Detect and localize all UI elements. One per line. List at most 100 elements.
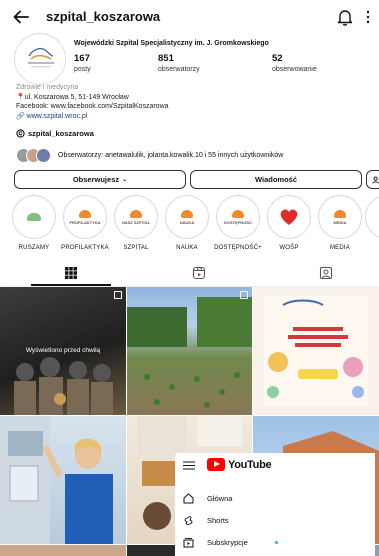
heart-icon <box>232 209 244 218</box>
posts-label: posty <box>74 66 91 73</box>
followed-by[interactable]: Obserwatorzy: anetawalulik, jolanta.kowa… <box>16 146 283 164</box>
story-highlights: RUSZAMY PROFILAKTYKA PROFILAKTYKA NASZ S… <box>0 195 379 257</box>
followed-by-text: Obserwatorzy: anetawalulik, jolanta.kowa… <box>58 151 284 159</box>
highlight-badge: NAUKA <box>179 219 195 225</box>
shorts-icon <box>184 516 193 525</box>
highlight-cover: NASZ SZPITAL <box>118 199 154 235</box>
youtube-overlay: YouTube Główna Shorts Subskrypcje <box>175 453 375 556</box>
suggest-people-button[interactable] <box>366 170 379 189</box>
post-thumbnail[interactable] <box>0 416 126 544</box>
highlight-cover: MEDIA <box>322 199 358 235</box>
youtube-logo[interactable]: YouTube <box>207 458 272 471</box>
grid-icon[interactable] <box>64 266 78 280</box>
followers-count[interactable]: 851 obserwatorzy <box>158 53 200 73</box>
garden-image <box>127 297 252 408</box>
profile-username: szpital_koszarowa <box>46 9 161 24</box>
threads-icon <box>16 129 25 138</box>
posts-value: 167 <box>74 53 90 64</box>
hospital-logo-icon <box>16 35 65 84</box>
highlight-ring <box>12 195 56 239</box>
avatar <box>36 147 51 163</box>
new-content-dot <box>275 541 278 544</box>
website-text: www.szpital.wroc.pl <box>26 112 88 120</box>
highlight-label: WOŚP <box>279 245 299 251</box>
message-button[interactable]: Wiadomość <box>190 170 362 189</box>
highlight-dostepnosc[interactable]: DOSTĘPNOŚĆ DOSTĘPNOŚĆ+ <box>212 195 264 251</box>
highlight-ring: DOSTĘPNOŚĆ <box>216 195 260 239</box>
message-button-label: Wiadomość <box>254 175 298 184</box>
hamburger-menu-icon[interactable] <box>183 461 195 470</box>
highlight-ring: NASZ SZPITAL <box>114 195 158 239</box>
highlight-ring: PROFILAKTYKA <box>63 195 107 239</box>
posts-count[interactable]: 167 posty <box>74 53 91 73</box>
following-button[interactable]: Obserwujesz ⌄ <box>14 170 186 189</box>
subscriptions-icon <box>183 538 194 548</box>
following-button-label: Obserwujesz <box>72 175 120 184</box>
highlight-profilaktyka[interactable]: PROFILAKTYKA PROFILAKTYKA <box>59 195 111 251</box>
multiple-posts-icon <box>240 291 248 299</box>
highlight-label: SZPITAL <box>123 245 149 251</box>
threads-badge[interactable]: szpital_koszarowa <box>16 129 94 138</box>
highlight-badge: PROFILAKTYKA <box>69 219 101 225</box>
youtube-wordmark: YouTube <box>228 458 272 471</box>
following-count[interactable]: 52 obserwowanie <box>272 53 317 73</box>
multiple-posts-icon <box>114 291 122 299</box>
highlight-ruszamy[interactable]: RUSZAMY <box>8 195 60 251</box>
back-arrow-icon[interactable] <box>12 8 30 26</box>
notification-bell-icon[interactable] <box>337 8 353 26</box>
poster-image <box>262 294 370 408</box>
highlight-cover: NAUKA <box>169 199 205 235</box>
profile-category: Zdrowie i medycyna <box>16 84 79 91</box>
highlight-cover: PROFILAKTYKA <box>67 199 103 235</box>
address-text: ul. Koszarowa 5, 51-149 Wrocław <box>24 93 129 101</box>
highlight-nauka[interactable]: NAUKA NAUKA <box>161 195 213 251</box>
profile-full-name: Wojewódzki Szpital Specjalistyczny im. J… <box>74 40 269 47</box>
youtube-nav-shorts[interactable]: Shorts <box>183 515 229 526</box>
heart-icon <box>27 213 41 221</box>
top-bar: szpital_koszarowa <box>0 0 379 34</box>
post-thumbnail[interactable] <box>253 287 379 415</box>
add-person-icon <box>372 176 379 184</box>
profile-website-link[interactable]: 🔗 www.szpital.wroc.pl <box>16 112 366 122</box>
highlight-media[interactable]: MEDIA MEDIA <box>314 195 366 251</box>
nav-label: Subskrypcje <box>207 538 248 547</box>
tagged-icon[interactable] <box>319 266 333 280</box>
highlight-ring: MEDIA <box>318 195 362 239</box>
highlight-badge: DOSTĘPNOŚĆ <box>223 219 252 225</box>
home-icon <box>183 493 194 504</box>
highlight-label: PROFILAKTYKA <box>61 245 109 251</box>
profile-bio: Zdrowie i medycyna 📍ul. Koszarowa 5, 51-… <box>16 83 366 121</box>
pin-icon: 📍 <box>16 93 25 101</box>
threads-handle: szpital_koszarowa <box>28 129 94 138</box>
profile-avatar[interactable] <box>14 33 66 85</box>
highlight-badge: MEDIA <box>333 219 347 225</box>
youtube-nav-home[interactable]: Główna <box>183 493 232 504</box>
highlight-ring <box>365 195 379 239</box>
highlight-cover: DOSTĘPNOŚĆ <box>220 199 256 235</box>
followers-label: obserwatorzy <box>158 66 200 73</box>
highlight-label: NAUKA <box>176 245 198 251</box>
highlight-next[interactable] <box>365 195 379 239</box>
highlight-label: DOSTĘPNOŚĆ+ <box>214 245 262 251</box>
highlight-szpital[interactable]: NASZ SZPITAL SZPITAL <box>110 195 162 251</box>
reels-icon[interactable] <box>192 266 206 280</box>
highlight-cover <box>16 199 52 235</box>
medical-staff-image <box>0 416 113 544</box>
chevron-down-icon: ⌄ <box>122 177 128 183</box>
highlight-badge: NASZ SZPITAL <box>121 219 151 225</box>
profile-tabs <box>0 262 379 287</box>
highlight-label: MEDIA <box>329 245 350 251</box>
more-options-icon[interactable] <box>365 8 371 26</box>
post-thumbnail[interactable] <box>0 545 126 556</box>
wosp-heart-icon <box>280 209 298 225</box>
highlight-cover <box>271 199 307 235</box>
highlight-ring <box>267 195 311 239</box>
post-thumbnail[interactable]: Wyświetlono przed chwilą <box>0 287 126 415</box>
following-label: obserwowanie <box>272 66 317 73</box>
highlight-wosp[interactable]: WOŚP <box>263 195 315 251</box>
heart-icon <box>130 209 142 218</box>
post-thumbnail[interactable] <box>127 287 252 415</box>
highlight-ring: NAUKA <box>165 195 209 239</box>
follower-avatars <box>16 147 51 163</box>
youtube-nav-subscriptions[interactable]: Subskrypcje <box>183 537 248 548</box>
